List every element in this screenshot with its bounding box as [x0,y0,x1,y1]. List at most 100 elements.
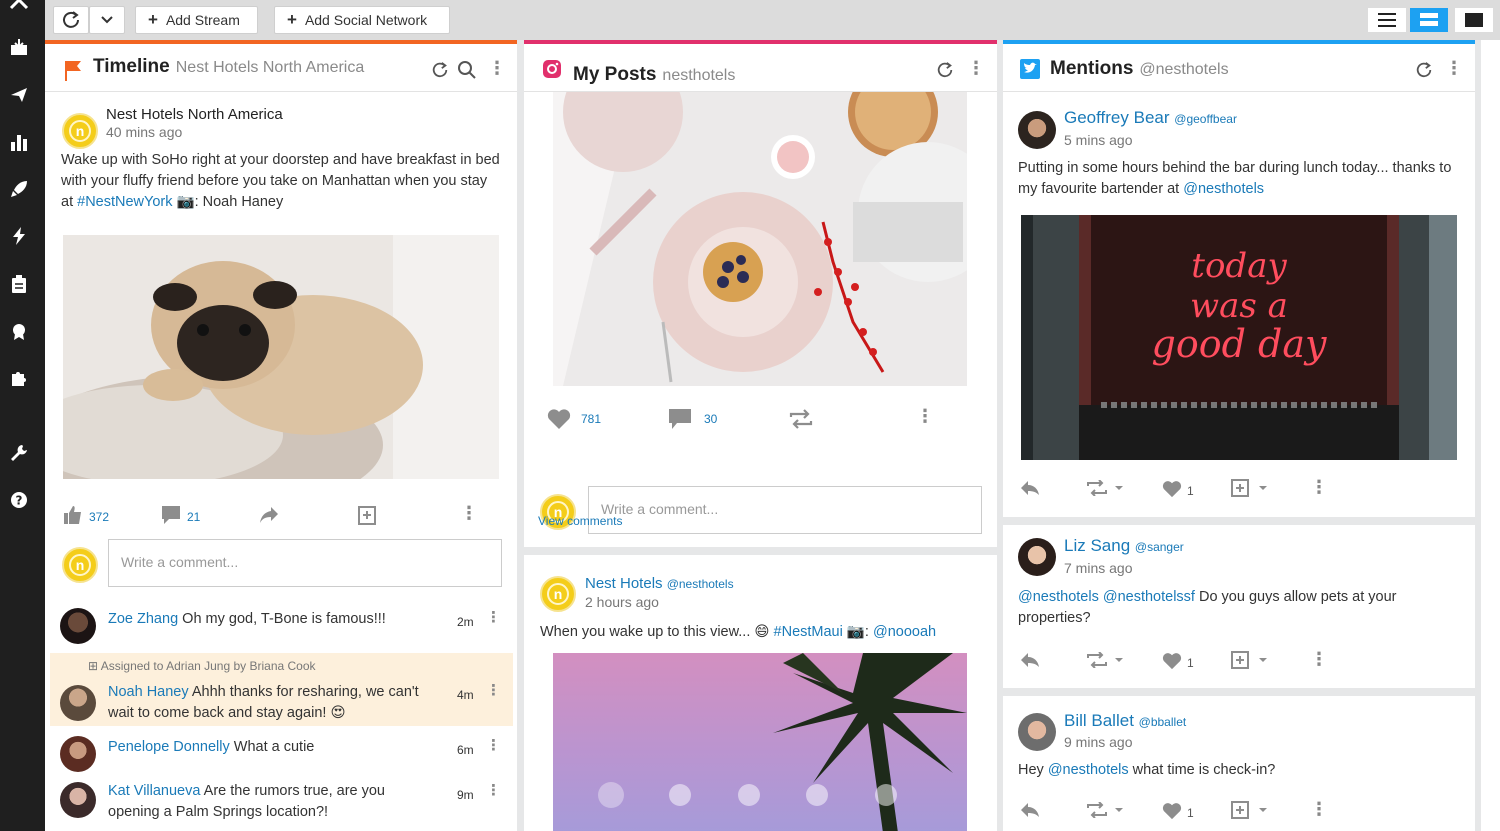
plus-icon: + [148,10,158,29]
pug-photo[interactable] [63,235,499,479]
comment-more-icon[interactable]: ⋮ [486,781,501,799]
comment-time: 2m [457,615,474,629]
author-link[interactable]: Bill Ballet [1064,711,1134,730]
assign-icon[interactable] [1231,801,1271,824]
assign-icon[interactable] [1231,651,1271,674]
comment-more-icon[interactable]: ⋮ [486,681,501,699]
comment-input[interactable]: Write a comment... [108,539,502,587]
comment-more-icon[interactable]: ⋮ [486,608,501,626]
search-icon[interactable] [458,61,476,84]
breakfast-photo[interactable] [553,92,967,386]
commenter-name[interactable]: Zoe Zhang [108,611,178,627]
analytics-icon[interactable] [8,131,30,153]
retweet-icon[interactable] [1086,801,1124,823]
more-options-icon[interactable]: ⋮ [488,58,506,79]
palm-tree-photo[interactable] [553,653,967,831]
commenter-name[interactable]: Noah Haney [108,684,189,700]
post-more-icon[interactable]: ⋮ [916,406,934,427]
mention-actions: 1 ⋮ [1003,640,1475,680]
post-author[interactable]: Nest Hotels North America [106,106,283,123]
mention-link[interactable]: @nesthotels [1183,181,1264,197]
list-view-button[interactable] [1368,8,1406,32]
reply-icon[interactable] [1020,652,1040,673]
like-count: 1 [1187,806,1194,820]
stream-title: Timeline Nest Hotels North America [93,56,365,77]
refresh-dropdown-button[interactable] [89,6,125,34]
heart-icon[interactable] [547,408,571,435]
mention-link[interactable]: @nesthotels [1048,762,1129,778]
view-comments-link[interactable]: View comments [538,514,622,528]
clipboard-icon[interactable] [8,273,30,295]
mention-more-icon[interactable]: ⋮ [1310,477,1328,498]
refresh-icon[interactable] [1415,61,1433,84]
comment-count: 30 [704,412,718,426]
avatar [1018,538,1056,576]
mention-card: Bill Ballet @bballet 9 mins ago Hey @nes… [1003,696,1475,831]
author-link[interactable]: Nest Hotels [585,575,663,592]
share-icon[interactable] [259,506,279,529]
post-more-icon[interactable]: ⋮ [460,503,478,524]
add-network-label: Add Social Network [304,12,428,28]
retweet-icon[interactable] [1086,479,1124,501]
reply-icon[interactable] [1020,480,1040,501]
mention-text: Putting in some hours behind the bar dur… [1018,160,1452,197]
badge-icon[interactable] [8,320,30,342]
refresh-icon[interactable] [431,61,449,84]
retweet-icon[interactable] [1086,651,1124,673]
block-icon [1465,13,1483,27]
commenter-name[interactable]: Kat Villanueva [108,783,200,799]
rocket-icon[interactable] [8,178,30,200]
avatar [60,685,96,721]
like-icon[interactable] [63,505,83,530]
repost-icon[interactable] [788,409,814,434]
mention-more-icon[interactable]: ⋮ [1310,649,1328,670]
neon-sign-photo[interactable]: today was a good day [1021,215,1457,460]
reply-icon[interactable] [1020,802,1040,823]
inbox-icon[interactable] [8,36,30,58]
wide-view-button[interactable] [1455,8,1493,32]
add-stream-label: Add Stream [165,12,240,28]
svg-text:?: ? [16,494,23,508]
more-options-icon[interactable]: ⋮ [1445,58,1463,79]
author-link[interactable]: Geoffrey Bear [1064,108,1170,127]
refresh-icon[interactable] [936,61,954,84]
avatar [60,736,96,772]
add-stream-button[interactable]: + Add Stream [135,6,258,34]
commenter-avatar: n [62,547,98,583]
refresh-all-button[interactable] [53,6,89,34]
like-count: 1 [1187,656,1194,670]
avatar [60,782,96,818]
avatar [1018,111,1056,149]
comment-time: 4m [457,688,474,702]
hashtag-link[interactable]: #NestNewYork [77,194,172,210]
comment-icon[interactable] [161,505,181,530]
assign-icon[interactable] [1231,479,1271,502]
wrench-icon[interactable] [8,442,30,464]
my-posts-stream: My Posts nesthotels ⋮ 781 30 ⋮ n Write a… [524,40,997,831]
heart-icon[interactable] [1162,802,1182,825]
add-social-network-button[interactable]: + Add Social Network [274,6,450,34]
heart-icon[interactable] [1162,480,1182,503]
mention-card: Geoffrey Bear @geoffbear 5 mins ago Putt… [1003,92,1475,517]
hashtag-link[interactable]: #NestMaui [774,624,843,640]
assign-icon[interactable] [357,505,377,530]
comment-more-icon[interactable]: ⋮ [486,736,501,754]
author-link[interactable]: Liz Sang [1064,536,1130,555]
puzzle-icon[interactable] [8,367,30,389]
compact-view-button[interactable] [1410,8,1448,32]
mention-link[interactable]: @noooah [873,624,936,640]
mention-link[interactable]: @nesthotelssf [1103,589,1195,605]
mention-link[interactable]: @nesthotels [1018,589,1099,605]
comment-icon[interactable] [668,408,692,435]
send-icon[interactable] [8,84,30,106]
list-icon [1378,13,1396,27]
help-icon[interactable]: ? [8,489,30,511]
commenter-name[interactable]: Penelope Donnelly [108,739,230,755]
lightning-icon[interactable] [8,225,30,247]
mention-author: Liz Sang @sanger [1064,536,1184,555]
more-options-icon[interactable]: ⋮ [967,58,985,79]
owl-logo-icon[interactable] [8,0,30,16]
heart-icon[interactable] [1162,652,1182,675]
comment-input[interactable]: Write a comment... [588,486,982,534]
mention-more-icon[interactable]: ⋮ [1310,799,1328,820]
